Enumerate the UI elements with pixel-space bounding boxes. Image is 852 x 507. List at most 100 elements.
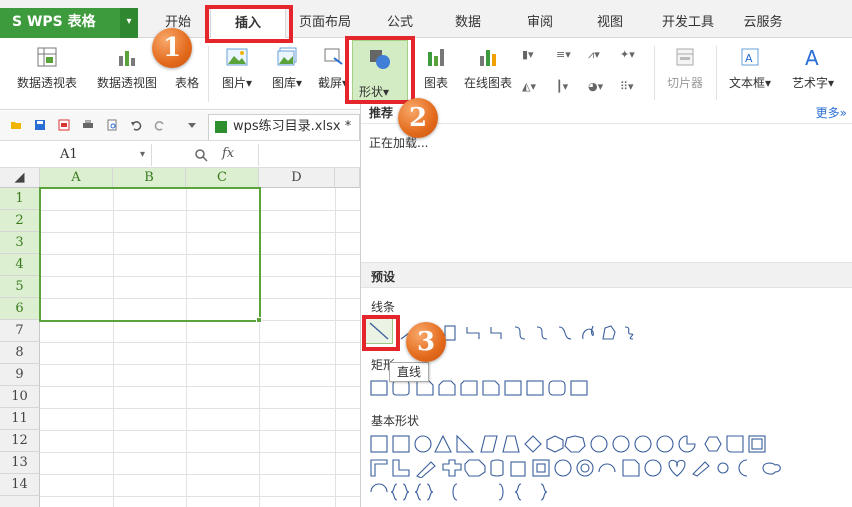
grid-line [40,452,360,453]
picture-icon [226,48,248,66]
stock-chart-dropdown-icon[interactable]: ┃▾ [556,80,568,93]
row-header[interactable] [0,496,40,507]
pie-chart-dropdown-icon[interactable]: ◕▾ [588,80,603,93]
step-1-highlight-box [205,5,293,43]
straight-line-tooltip: 直线 [389,362,429,382]
radar-chart-dropdown-icon[interactable]: ✦▾ [620,48,635,61]
basic-shapes-row-1[interactable] [369,434,839,454]
row-header[interactable]: 3 [0,232,40,254]
row-header[interactable]: 6 [0,298,40,320]
chart-button[interactable]: 图表 [418,46,454,91]
grid-line [40,408,360,409]
screenshot-icon [324,48,343,65]
wps-app-menu[interactable]: S WPS 表格 ▾ [0,8,138,38]
basic-shapes-row-3[interactable] [369,482,669,502]
online-chart-icon [480,50,496,66]
more-shapes-link[interactable]: 更多» [816,104,847,121]
basic-shapes-row-2[interactable] [369,458,839,478]
zoom-search-icon[interactable] [194,148,208,162]
row-header[interactable]: 14 [0,474,40,496]
svg-text:A: A [805,46,819,68]
app-menu-chevron-icon[interactable]: ▾ [120,8,138,38]
row-header[interactable]: 8 [0,342,40,364]
row-header[interactable]: 10 [0,386,40,408]
row-header[interactable]: 7 [0,320,40,342]
slicer-icon [676,48,694,66]
basic-shapes-section-label: 基本形状 [371,414,420,428]
tab-page-layout[interactable]: 页面布局 [292,8,358,38]
pivot-table-button[interactable]: 数据透视表 [12,46,82,91]
step-3-badge: 3 [406,322,446,362]
column-chart-dropdown-icon[interactable]: ▮▾ [522,48,534,61]
save-icon[interactable] [34,119,46,131]
scatter-chart-dropdown-icon[interactable]: ⠿▾ [620,80,634,93]
name-box-chevron-icon[interactable]: ▾ [140,144,145,166]
name-box[interactable]: A1 ▾ [4,144,152,166]
step-2-highlight-box [345,36,415,104]
slicer-button[interactable]: 切片器 [660,46,710,91]
tab-data[interactable]: 数据 [440,8,496,38]
tab-review[interactable]: 审阅 [512,8,568,38]
ribbon-separator [208,46,209,102]
tab-formulas[interactable]: 公式 [372,8,428,38]
presets-header: 预设 [361,262,852,288]
customize-toolbar-chevron-icon[interactable] [186,119,198,131]
recommended-label: 推荐 [369,106,394,120]
svg-text:A: A [745,52,753,65]
gallery-button[interactable]: 图库▾ [264,46,310,91]
row-header[interactable]: 11 [0,408,40,430]
undo-icon[interactable] [130,119,142,131]
ribbon-separator [654,46,655,102]
print-preview-icon[interactable] [106,119,118,131]
print-icon[interactable] [82,119,94,131]
gallery-icon [277,47,297,66]
redo-icon[interactable] [154,119,166,131]
tab-cloud[interactable]: 云服务 [730,8,796,38]
lines-section-label: 线条 [371,300,396,314]
app-brand-label: WPS 表格 [26,14,96,30]
formula-input[interactable] [258,144,358,166]
document-tab[interactable]: wps练习目录.xlsx * [208,114,360,140]
textbox-icon: A [741,48,759,66]
ribbon-separator [716,46,717,102]
chart-icon [428,49,444,66]
column-header-c[interactable]: C [186,168,259,188]
grid-line [40,430,360,431]
wordart-icon: A [805,46,819,68]
row-header[interactable]: 4 [0,254,40,276]
column-header-a[interactable]: A [40,168,113,188]
column-header-b[interactable]: B [113,168,186,188]
column-header-e[interactable] [335,168,360,188]
tab-developer[interactable]: 开发工具 [650,8,726,38]
textbox-button[interactable]: A 文本框▾ [722,46,778,91]
step-1-badge: 1 [152,28,192,68]
select-all-corner[interactable]: ◢ [0,168,40,188]
row-header[interactable]: 2 [0,210,40,232]
table-button[interactable]: 表格 [170,74,204,91]
bar-chart-dropdown-icon[interactable]: ≡▾ [556,48,571,61]
insert-function-button[interactable]: fx [222,146,234,161]
cell-reference: A1 [60,147,78,162]
export-pdf-icon[interactable] [58,119,70,131]
shapes-dropdown-panel: 推荐 更多» 正在加载... 预设 线条 矩形 基本形状 直线 [360,100,852,507]
picture-button[interactable]: 图片▾ [214,46,260,91]
wordart-button[interactable]: A 艺术字▾ [784,46,842,91]
row-header[interactable]: 9 [0,364,40,386]
tab-view[interactable]: 视图 [582,8,638,38]
open-folder-icon[interactable] [10,119,22,131]
fill-handle[interactable] [256,317,262,323]
cell-selection-range[interactable] [39,187,261,322]
spreadsheet-grid[interactable]: ◢ A B C D 1 2 3 4 5 6 7 8 9 10 11 12 13 … [0,168,360,507]
line-chart-dropdown-icon[interactable]: ⩘▾ [588,48,600,62]
column-header-d[interactable]: D [259,168,335,188]
row-header[interactable]: 13 [0,452,40,474]
row-header[interactable]: 5 [0,276,40,298]
app-logo: S [12,14,23,30]
spreadsheet-file-icon [215,121,227,133]
grid-line [40,474,360,475]
pivot-chart-button[interactable]: 数据透视图 [92,46,162,91]
online-chart-button[interactable]: 在线图表 [458,46,518,91]
area-chart-dropdown-icon[interactable]: ◭▾ [522,80,536,93]
row-header[interactable]: 1 [0,188,40,210]
row-header[interactable]: 12 [0,430,40,452]
